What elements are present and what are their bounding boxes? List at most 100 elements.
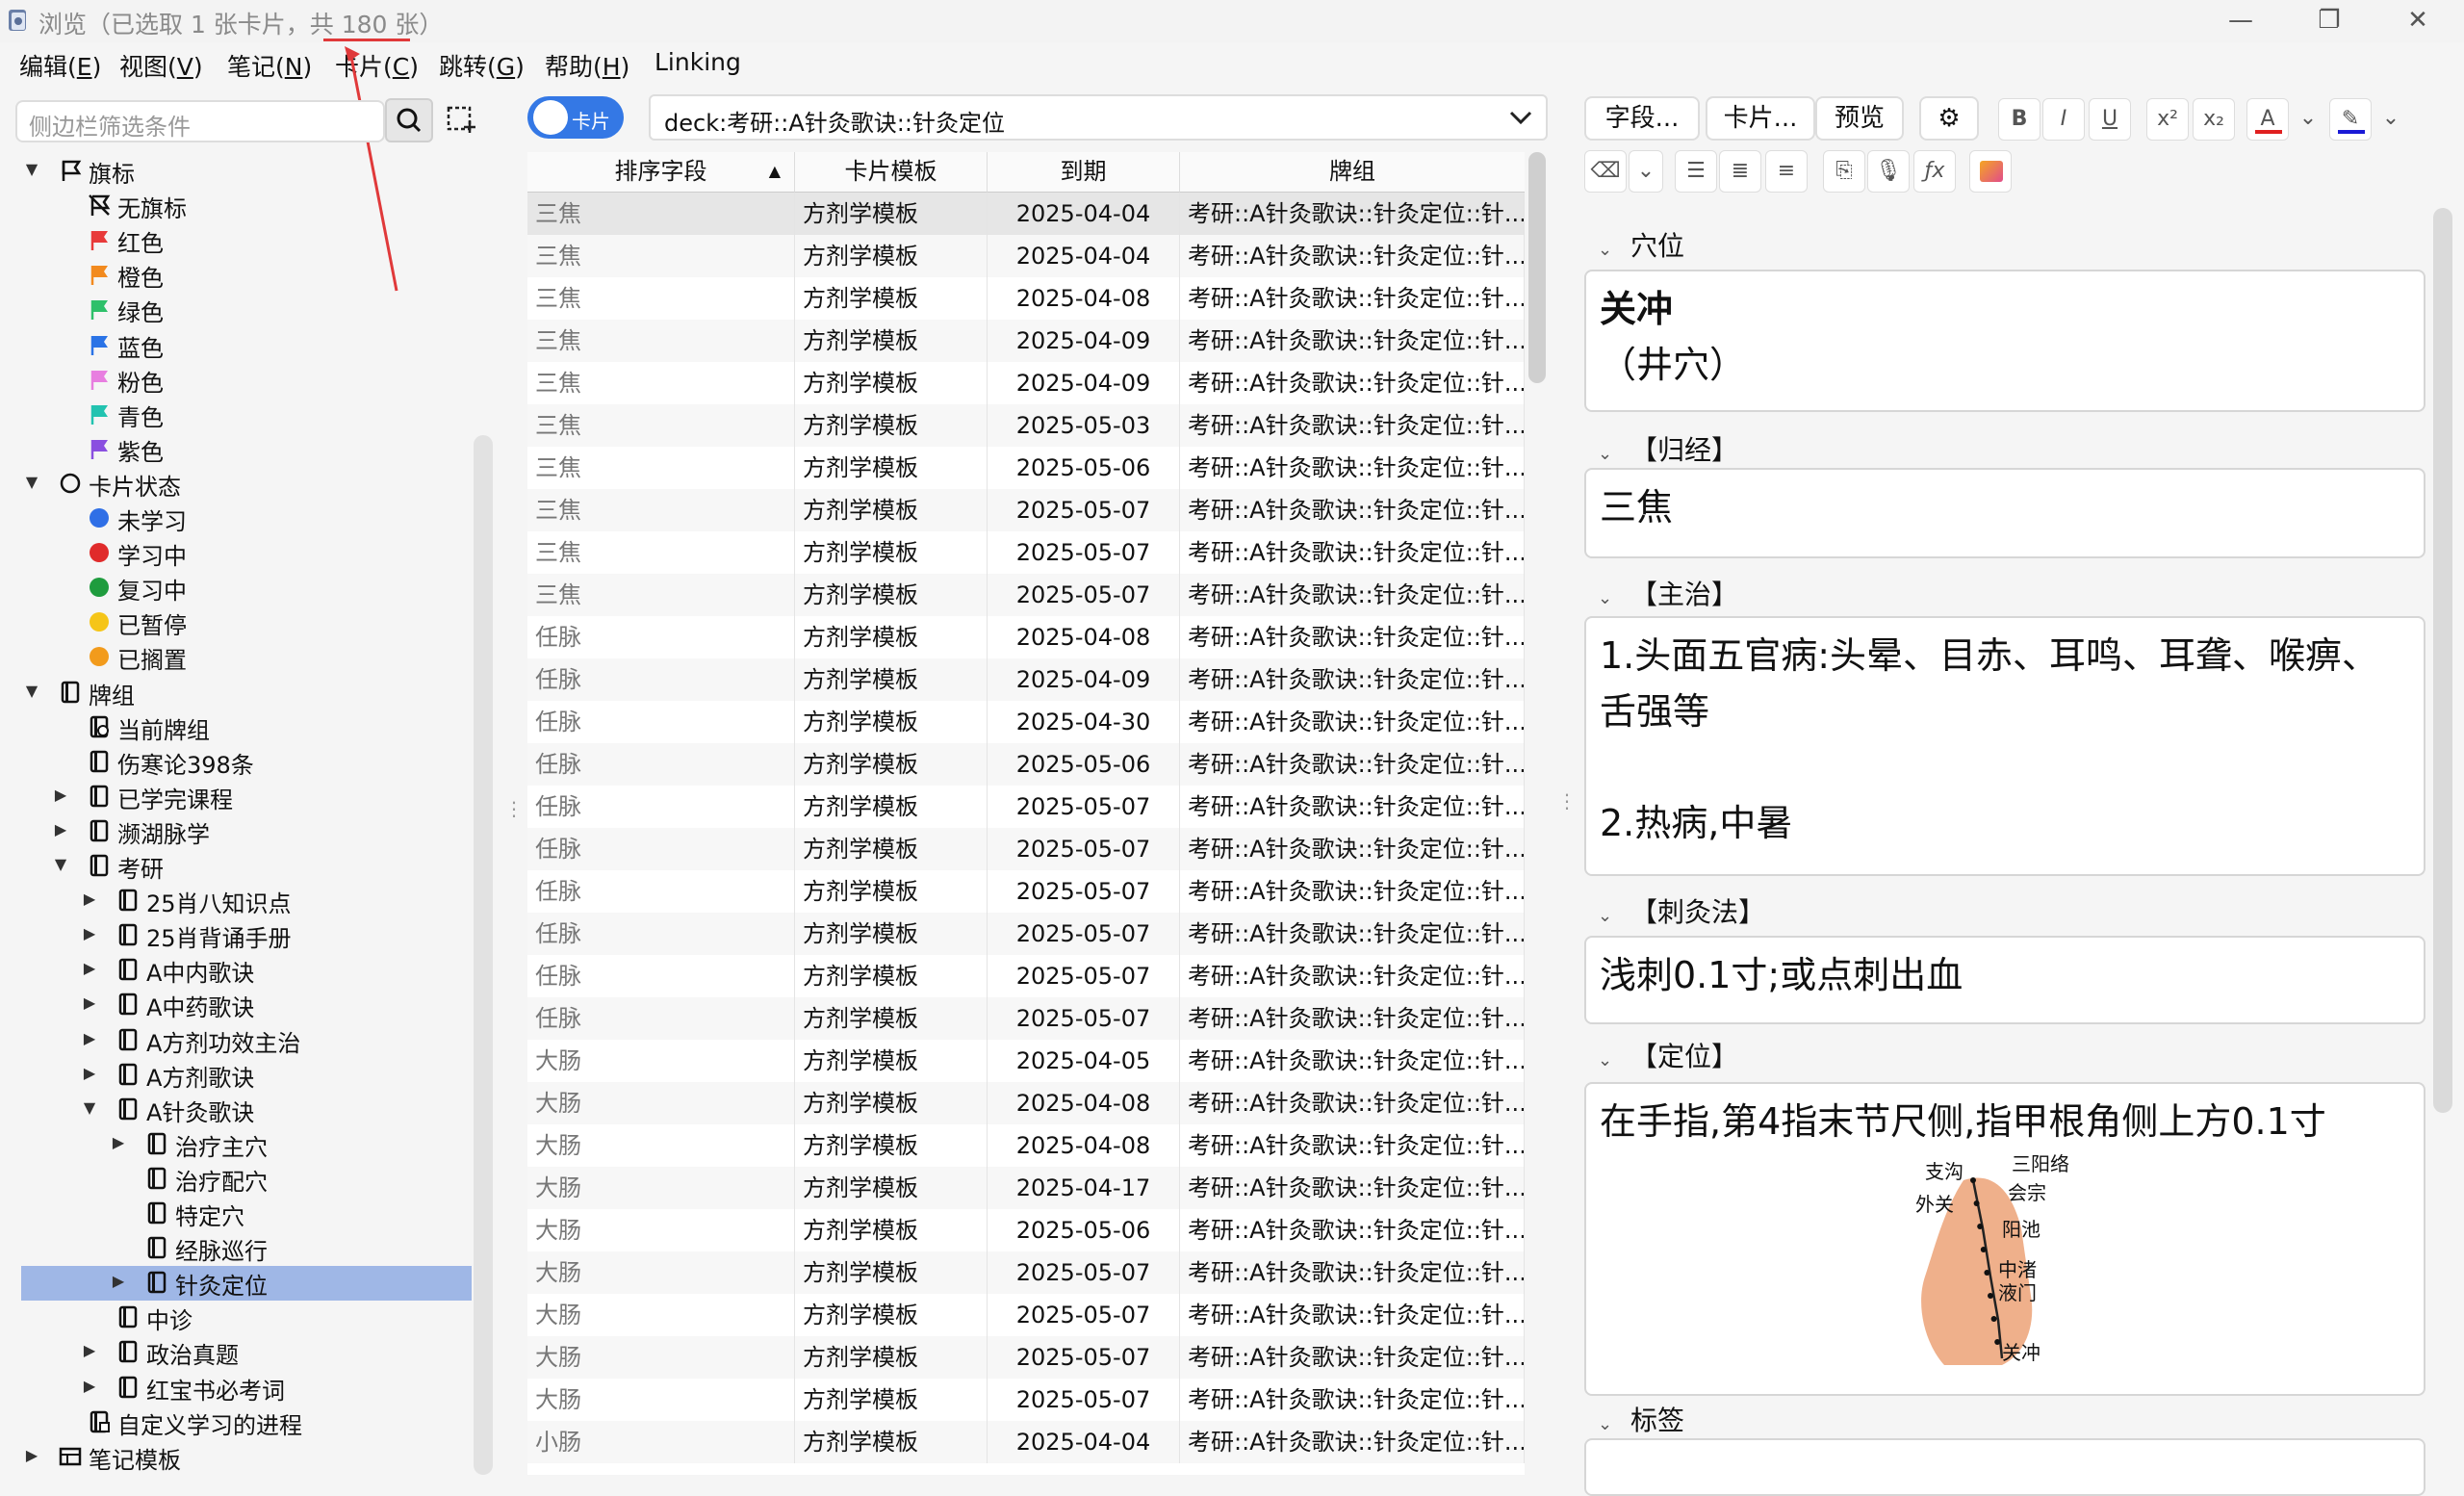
chevron-down-icon[interactable]: ▼ — [23, 160, 40, 178]
menu-item-6[interactable]: Linking — [654, 48, 741, 76]
sidebar-item[interactable]: 青色 — [0, 398, 472, 432]
sidebar-search-input[interactable]: 侧边栏筛选条件 — [15, 100, 385, 142]
field-label[interactable]: ⌄ 标签 — [1598, 1400, 1684, 1438]
fields-button[interactable]: 字段... — [1584, 96, 1700, 141]
sidebar-item[interactable]: ▶ 治疗主穴 — [0, 1127, 472, 1162]
sidebar-item[interactable]: 红色 — [0, 223, 472, 258]
sidebar-item[interactable]: ▶ 笔记模板 — [0, 1440, 472, 1475]
table-row[interactable]: 任脉 方剂学模板 2025-04-30 考研::A针灸歌诀::针灸定位::针... — [527, 701, 1525, 743]
italic-icon[interactable]: I — [2042, 98, 2085, 141]
sidebar-item[interactable]: 已暂停 — [0, 606, 472, 640]
sidebar-item[interactable]: ▶ A方剂功效主治 — [0, 1023, 472, 1058]
chevron-right-icon[interactable]: ▶ — [81, 959, 98, 977]
restore-icon[interactable]: ❐ — [2295, 0, 2364, 42]
editor-scrollbar[interactable] — [2433, 208, 2452, 1113]
field-label[interactable]: ⌄ 穴位 — [1598, 225, 1684, 264]
bullet-list-icon[interactable]: ☰ — [1675, 150, 1717, 193]
menu-item-4[interactable]: 跳转(G) — [439, 48, 525, 83]
table-row[interactable]: 任脉 方剂学模板 2025-05-07 考研::A针灸歌诀::针灸定位::针... — [527, 955, 1525, 997]
numbered-list-icon[interactable]: ≣ — [1719, 150, 1761, 193]
sidebar-item[interactable]: 紫色 — [0, 432, 472, 467]
chevron-right-icon[interactable]: ▶ — [81, 890, 98, 908]
search-query-input[interactable]: deck:考研::A针灸歌诀::针灸定位 — [649, 94, 1548, 141]
chevron-down-icon[interactable]: ▼ — [81, 1098, 98, 1117]
chevron-right-icon[interactable]: ▶ — [81, 924, 98, 942]
sidebar-item[interactable]: 未学习 — [0, 502, 472, 536]
table-row[interactable]: 三焦 方剂学模板 2025-05-07 考研::A针灸歌诀::针灸定位::针... — [527, 574, 1525, 616]
chevron-right-icon[interactable]: ▶ — [81, 1064, 98, 1082]
chevron-down-icon[interactable]: ⌄ — [1598, 444, 1630, 464]
menu-item-0[interactable]: 编辑(E) — [19, 48, 101, 83]
field-label[interactable]: ⌄ 【刺灸法】 — [1598, 891, 1765, 930]
field-label[interactable]: ⌄ 【主治】 — [1598, 574, 1738, 612]
table-row[interactable]: 小肠 方剂学模板 2025-04-04 考研::A针灸歌诀::针灸定位::针... — [527, 1421, 1525, 1463]
table-row[interactable]: 大肠 方剂学模板 2025-04-17 考研::A针灸歌诀::针灸定位::针... — [527, 1167, 1525, 1209]
chevron-down-icon[interactable]: ⌄ — [1598, 1050, 1630, 1070]
menu-item-5[interactable]: 帮助(H) — [545, 48, 629, 83]
table-row[interactable]: 任脉 方剂学模板 2025-05-07 考研::A针灸歌诀::针灸定位::针... — [527, 828, 1525, 870]
chevron-right-icon[interactable]: ▶ — [52, 786, 69, 804]
sidebar-item[interactable]: 蓝色 — [0, 328, 472, 363]
table-row[interactable]: 三焦 方剂学模板 2025-05-07 考研::A针灸歌诀::针灸定位::针... — [527, 531, 1525, 574]
subscript-icon[interactable]: x₂ — [2193, 98, 2235, 141]
chevron-down-icon[interactable]: ⌄ — [2291, 98, 2325, 141]
field-editor[interactable] — [1584, 1438, 2426, 1496]
sidebar-item[interactable]: 经脉巡行 — [0, 1231, 472, 1266]
field-editor[interactable]: 1.头面五官病:头晕、目赤、耳鸣、耳聋、喉痹、 舌强等 2.热病,中暑 — [1584, 616, 2426, 876]
highlight-icon[interactable]: ✎ — [2329, 98, 2372, 141]
underline-icon[interactable]: U — [2089, 98, 2131, 141]
sidebar-scrollbar[interactable] — [474, 435, 493, 1475]
image-occlusion-icon[interactable] — [1969, 150, 2012, 193]
menu-item-1[interactable]: 视图(V) — [119, 48, 203, 83]
chevron-right-icon[interactable]: ▶ — [81, 1029, 98, 1047]
chevron-down-icon[interactable] — [1502, 102, 1540, 133]
sidebar-item[interactable]: ▶ A中药歌诀 — [0, 988, 472, 1022]
menu-item-2[interactable]: 笔记(N) — [227, 48, 312, 83]
field-label[interactable]: ⌄ 【归经】 — [1598, 429, 1738, 468]
sidebar-item[interactable]: ▶ 濒湖脉学 — [0, 814, 472, 849]
sidebar-item[interactable]: 自定义学习的进程 — [0, 1406, 472, 1440]
chevron-down-icon[interactable]: ⌄ — [1598, 588, 1630, 608]
table-row[interactable]: 三焦 方剂学模板 2025-05-07 考研::A针灸歌诀::针灸定位::针... — [527, 489, 1525, 531]
chevron-down-icon[interactable]: ⌄ — [1598, 1414, 1630, 1434]
column-header-sort[interactable]: 排序字段 ▲ — [527, 152, 795, 193]
field-label[interactable]: ⌄ 【定位】 — [1598, 1036, 1738, 1074]
field-editor[interactable]: 浅刺0.1寸;或点刺出血 — [1584, 936, 2426, 1024]
sidebar-item[interactable]: 中诊 — [0, 1301, 472, 1335]
table-row[interactable]: 任脉 方剂学模板 2025-05-07 考研::A针灸歌诀::针灸定位::针... — [527, 913, 1525, 955]
table-row[interactable]: 大肠 方剂学模板 2025-04-05 考研::A针灸歌诀::针灸定位::针... — [527, 1040, 1525, 1082]
sidebar-item[interactable]: ▶ 红宝书必考词 — [0, 1371, 472, 1406]
sidebar-item[interactable]: ▼ A针灸歌诀 — [0, 1093, 472, 1127]
cards-button[interactable]: 卡片... — [1706, 96, 1815, 141]
table-row[interactable]: 三焦 方剂学模板 2025-04-04 考研::A针灸歌诀::针灸定位::针... — [527, 193, 1525, 235]
chevron-right-icon[interactable]: ▶ — [81, 1341, 98, 1359]
sidebar-item[interactable]: 橙色 — [0, 258, 472, 293]
select-area-icon[interactable] — [445, 102, 479, 137]
chevron-down-icon[interactable]: ▼ — [52, 855, 69, 873]
preview-button[interactable]: 预览 — [1815, 96, 1904, 141]
sidebar-item[interactable]: ▶ A中内歌诀 — [0, 953, 472, 988]
table-scrollbar[interactable] — [1528, 152, 1546, 383]
chevron-right-icon[interactable]: ▶ — [81, 1377, 98, 1395]
sidebar-item[interactable]: 已搁置 — [0, 640, 472, 675]
table-row[interactable]: 大肠 方剂学模板 2025-04-08 考研::A针灸歌诀::针灸定位::针... — [527, 1124, 1525, 1167]
sidebar-item[interactable]: ▶ 已学完课程 — [0, 780, 472, 814]
sidebar-item[interactable]: ▶ 25肖背诵手册 — [0, 918, 472, 953]
chevron-right-icon[interactable]: ▶ — [110, 1133, 127, 1151]
chevron-right-icon[interactable]: ▶ — [23, 1446, 40, 1464]
minimize-icon[interactable]: — — [2206, 0, 2275, 42]
eraser-icon[interactable]: ⌫ — [1584, 150, 1627, 193]
sidebar-item[interactable]: 绿色 — [0, 293, 472, 327]
table-row[interactable]: 任脉 方剂学模板 2025-04-08 考研::A针灸歌诀::针灸定位::针... — [527, 616, 1525, 658]
superscript-icon[interactable]: x² — [2146, 98, 2189, 141]
chevron-down-icon[interactable]: ⌄ — [1629, 150, 1663, 193]
column-header-template[interactable]: 卡片模板 — [795, 152, 988, 193]
sidebar-item[interactable]: 学习中 — [0, 536, 472, 571]
record-icon[interactable]: 🎙 — [1867, 150, 1910, 193]
table-row[interactable]: 三焦 方剂学模板 2025-04-08 考研::A针灸歌诀::针灸定位::针... — [527, 277, 1525, 320]
table-row[interactable]: 任脉 方剂学模板 2025-05-06 考研::A针灸歌诀::针灸定位::针... — [527, 743, 1525, 786]
sidebar-search-button[interactable] — [385, 98, 433, 142]
sidebar-item[interactable]: ▼ 旗标 — [0, 154, 472, 189]
splitter-handle[interactable]: ⋮ — [504, 797, 524, 826]
splitter-handle[interactable]: ⋮ — [1557, 789, 1577, 818]
